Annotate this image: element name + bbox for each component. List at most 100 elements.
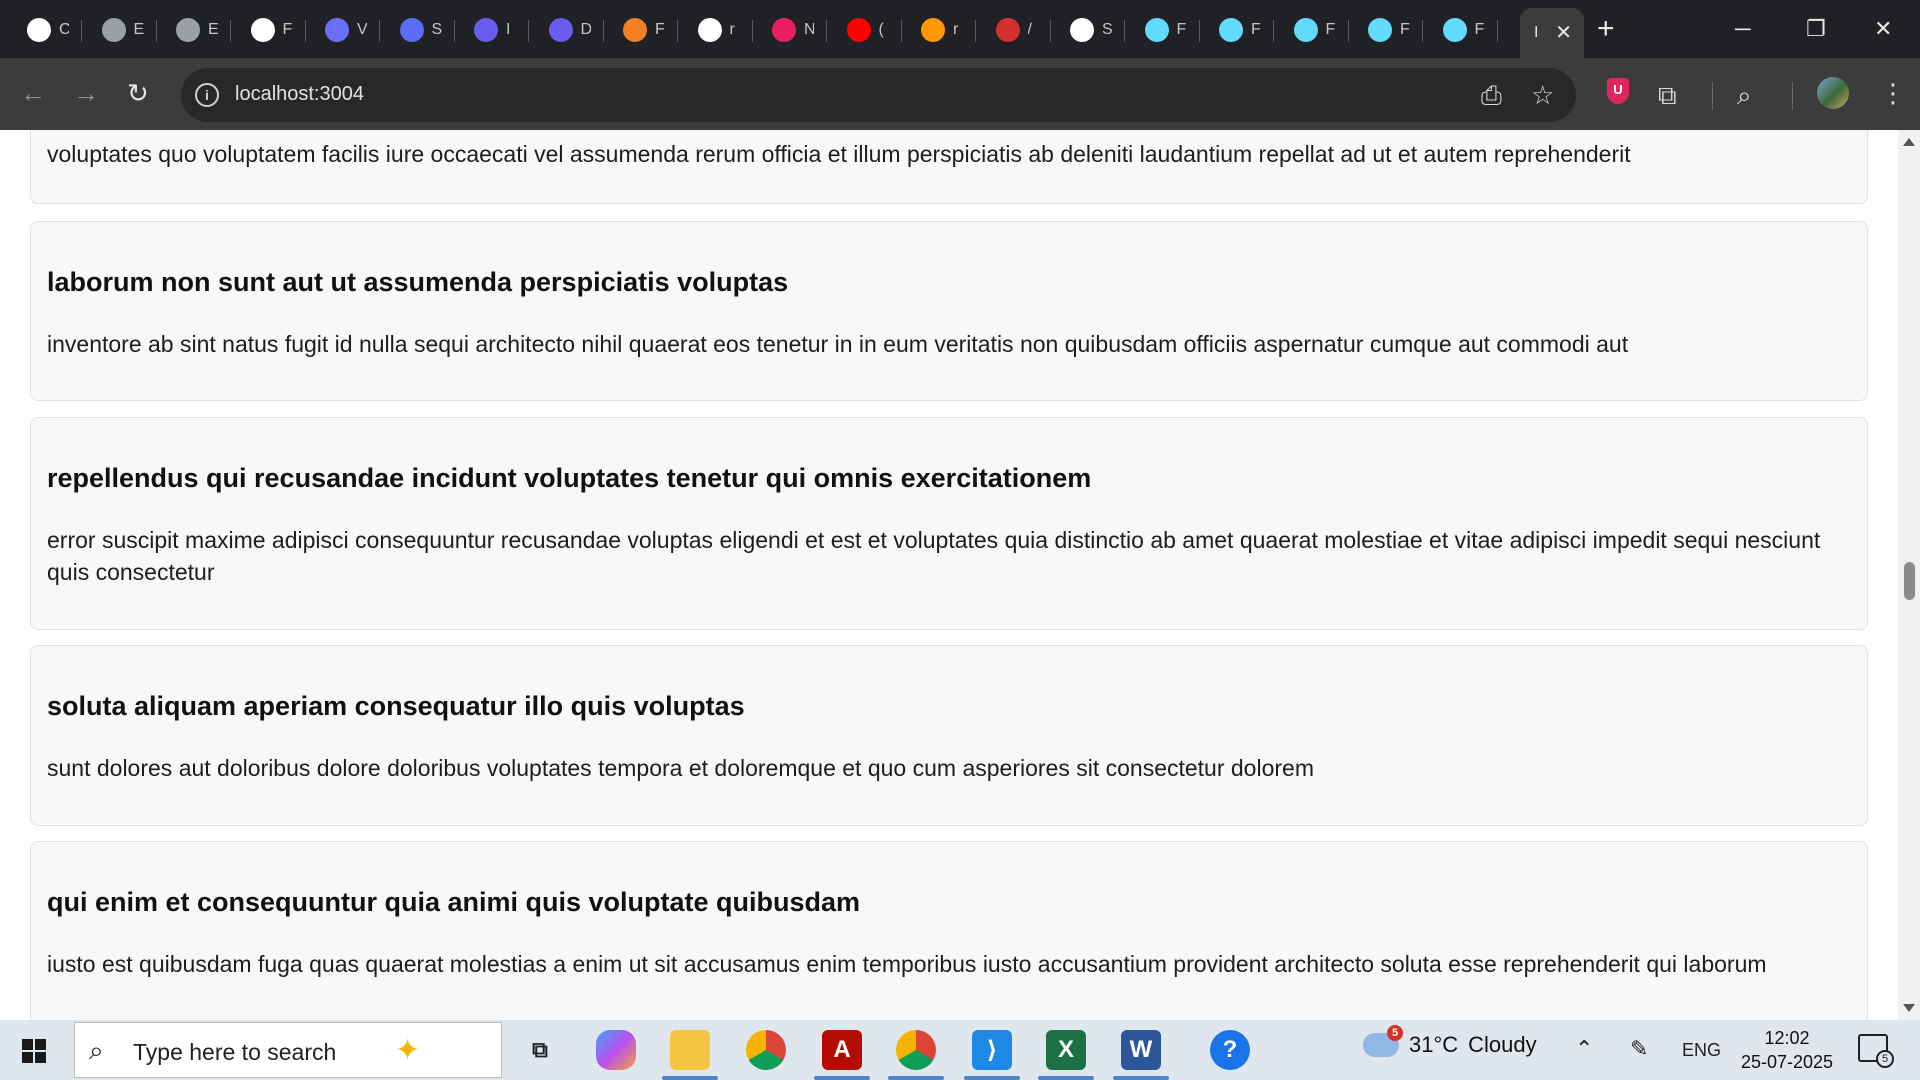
google-icon <box>697 18 722 42</box>
post-body: inventore ab sint natus fugit id nulla s… <box>47 331 1629 357</box>
browser-tab[interactable]: F <box>1205 10 1277 50</box>
post-card: soluta aliquam aperiam consequatur illo … <box>30 645 1868 826</box>
react-icon <box>1219 18 1243 42</box>
notification-center-icon[interactable]: 5 <box>1858 1034 1894 1068</box>
toolbar-divider <box>1792 82 1793 110</box>
excel-app-icon[interactable]: X <box>1046 1030 1086 1070</box>
taskbar-clock[interactable]: 12:02 25-07-2025 <box>1732 1026 1842 1074</box>
code-icon <box>474 18 498 42</box>
tab-label: F <box>1325 21 1336 38</box>
ublock-extension-icon[interactable]: U <box>1607 78 1629 104</box>
tab-label: F <box>1176 21 1187 38</box>
browser-tab[interactable]: F <box>609 10 681 50</box>
scroll-thumb[interactable] <box>1904 562 1915 600</box>
page-scrollbar[interactable] <box>1898 130 1920 1020</box>
site-info-icon[interactable]: i <box>195 83 219 107</box>
post-card: laborum non sunt aut ut assumenda perspi… <box>30 221 1868 401</box>
browser-tab[interactable]: V <box>311 10 383 50</box>
browser-tab[interactable]: C <box>13 10 85 50</box>
tab-label: ( <box>878 21 884 38</box>
task-view-icon[interactable]: ⧉ <box>520 1030 560 1070</box>
extensions-icon[interactable]: ⧉ <box>1658 80 1677 110</box>
browser-tab[interactable]: r <box>907 10 979 50</box>
tab-label: V <box>357 21 367 38</box>
close-tab-icon[interactable]: ✕ <box>1555 20 1572 45</box>
browser-tab[interactable]: F <box>1280 10 1352 50</box>
browser-tab[interactable]: ( <box>833 10 905 50</box>
chrome-profile-app-icon[interactable] <box>896 1030 936 1070</box>
stack-icon <box>623 18 647 42</box>
tab-label: I <box>1534 24 1539 41</box>
cloud-icon: 5 <box>1363 1025 1403 1057</box>
windows-start-button[interactable] <box>22 1039 46 1063</box>
browser-tab[interactable]: F <box>1429 10 1501 50</box>
tab-separator <box>155 20 157 42</box>
react-icon <box>1442 18 1467 42</box>
tab-separator <box>1049 20 1051 42</box>
url-text[interactable]: localhost:3004 <box>235 83 364 106</box>
install-app-icon[interactable]: ⎙ <box>1481 80 1502 110</box>
side-panel-search-icon[interactable]: ⌕ <box>1737 80 1752 110</box>
file-explorer-icon[interactable] <box>670 1030 710 1070</box>
profile-avatar[interactable] <box>1817 77 1849 109</box>
tab-label: N <box>804 21 814 38</box>
clock-time: 12:02 <box>1764 1028 1810 1048</box>
tab-label: r <box>953 21 959 38</box>
post-title: repellendus qui recusandae incidunt volu… <box>47 463 1092 493</box>
tab-separator <box>602 20 604 42</box>
browser-tab[interactable]: E <box>162 10 234 50</box>
post-title: laborum non sunt aut ut assumenda perspi… <box>47 267 789 297</box>
chrome-app-icon[interactable] <box>746 1030 786 1070</box>
browser-tab[interactable]: E <box>88 10 160 50</box>
bookmark-star-icon[interactable]: ☆ <box>1531 80 1554 110</box>
close-window-button[interactable]: ✕ <box>1874 14 1892 44</box>
help-app-icon[interactable]: ? <box>1210 1030 1250 1070</box>
browser-tab[interactable]: / <box>982 10 1054 50</box>
vscode-app-icon[interactable]: ⟩ <box>972 1030 1012 1070</box>
react-icon <box>1144 18 1169 42</box>
pen-icon[interactable]: ✎ <box>1630 1036 1648 1062</box>
browser-tab[interactable]: I <box>460 10 532 50</box>
weather-condition: Cloudy <box>1468 1032 1537 1057</box>
tab-separator <box>900 20 902 42</box>
tab-separator <box>230 20 231 42</box>
windows-taskbar: ⌕ Type here to search ✦ ⧉ A ⟩ X W ? 5 31… <box>0 1020 1920 1080</box>
running-indicator <box>1038 1076 1094 1080</box>
weather-widget[interactable]: 5 31°C Cloudy <box>1363 1025 1537 1058</box>
running-indicator <box>964 1076 1020 1080</box>
browser-tab[interactable]: r <box>684 10 756 50</box>
acrobat-app-icon[interactable]: A <box>822 1030 862 1070</box>
scroll-down-arrow[interactable] <box>1903 1004 1915 1012</box>
restore-button[interactable]: ❐ <box>1806 14 1826 44</box>
back-button[interactable]: ← <box>20 78 46 108</box>
tab-active[interactable]: I ✕ <box>1520 8 1584 58</box>
youtube-icon <box>846 18 871 42</box>
browser-tab[interactable]: F <box>1131 10 1203 50</box>
running-indicator <box>888 1076 944 1080</box>
browser-tab[interactable]: S <box>1056 10 1128 50</box>
word-app-icon[interactable]: W <box>1121 1030 1161 1070</box>
browser-tab[interactable]: F <box>1354 10 1426 50</box>
weather-badge: 5 <box>1387 1025 1403 1041</box>
scroll-up-arrow[interactable] <box>1903 138 1915 146</box>
tab-separator <box>677 20 678 42</box>
minimize-button[interactable]: ─ <box>1735 14 1751 44</box>
browser-tab[interactable]: D <box>535 10 607 50</box>
reload-button[interactable]: ↻ <box>127 78 149 108</box>
language-indicator[interactable]: ENG <box>1682 1040 1721 1061</box>
copilot-app-icon[interactable] <box>596 1030 636 1070</box>
address-bar[interactable]: i localhost:3004 ⎙ ☆ <box>181 68 1576 122</box>
browser-tab[interactable]: S <box>386 10 458 50</box>
more-options-icon[interactable]: ⋮ <box>1880 78 1906 108</box>
forward-button[interactable]: → <box>73 78 99 108</box>
browser-tab[interactable]: F <box>237 10 309 50</box>
browser-tab[interactable]: N <box>758 10 830 50</box>
tab-separator <box>1198 20 1200 42</box>
post-card: voluptates quo voluptatem facilis iure o… <box>30 130 1868 204</box>
tab-label: S <box>431 21 442 38</box>
tab-label: D <box>580 21 591 38</box>
taskbar-search-box[interactable]: ⌕ Type here to search ✦ <box>74 1022 502 1078</box>
tab-label: S <box>1102 21 1112 38</box>
new-tab-button[interactable]: + <box>1597 14 1615 44</box>
show-hidden-icons-icon[interactable]: ⌃ <box>1575 1036 1593 1062</box>
